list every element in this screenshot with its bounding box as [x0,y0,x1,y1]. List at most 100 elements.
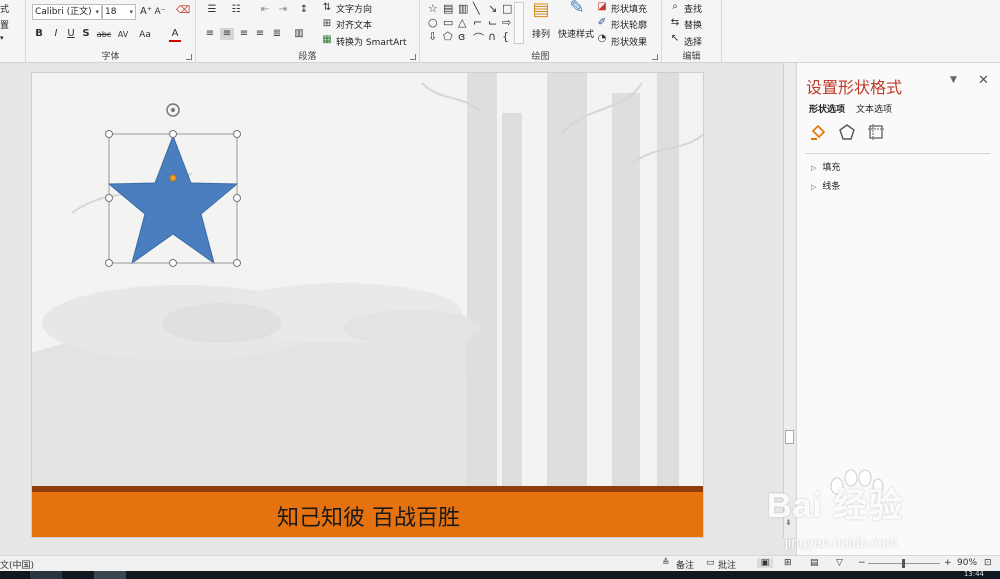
zoom-slider[interactable] [868,559,940,568]
reset-label[interactable]: 置 [0,18,9,31]
distributed-icon[interactable]: ≣ [271,28,283,40]
resize-handle-right[interactable] [233,194,241,202]
next-slide-icon[interactable]: ⇟ [785,518,792,527]
find-button[interactable]: 查找 [684,2,702,15]
resize-handle-top-left[interactable] [105,130,113,138]
format-painter-label[interactable]: 式 [0,2,9,15]
align-text-button[interactable]: 对齐文本 [336,18,372,31]
select-button[interactable]: 选择 [684,35,702,48]
section-line[interactable]: ▷ 线条 [811,179,840,192]
paragraph-dialog-launcher-icon[interactable] [410,54,416,60]
brace-left-icon[interactable]: ⌒ [473,30,484,46]
bold-button[interactable]: B [34,28,44,40]
right-arrow-shape-icon[interactable]: ⇨ [502,16,511,29]
zoom-level[interactable]: 90% [957,558,977,568]
star-shape-icon[interactable]: ☆ [428,2,438,15]
curve-icon[interactable]: ∩ [488,30,496,43]
curved-connector-icon[interactable]: ⌙ [488,16,497,29]
rectangle-shape-icon[interactable]: □ [502,2,512,15]
line-shape-icon[interactable]: ╲ [473,2,480,15]
notes-button[interactable]: 备注 [676,558,694,571]
tab-shape-options[interactable]: 形状选项 [809,102,845,115]
convert-smartart-button[interactable]: 转换为 SmartArt [336,35,406,48]
freeform-icon[interactable]: ɞ [458,30,465,43]
slide-canvas[interactable]: 知己知彼 百战百胜 [31,72,704,538]
slideshow-icon[interactable]: ▽ [836,558,843,568]
font-color-button[interactable]: A [169,28,181,42]
fill-line-icon[interactable] [809,123,827,141]
shape-outline-button[interactable]: 形状轮廓 [611,18,647,31]
footer-slogan-text[interactable]: 知己知彼 百战百胜 [32,500,703,532]
reading-view-icon[interactable]: ▤ [810,558,819,568]
resize-handle-top-right[interactable] [233,130,241,138]
rotate-handle-icon[interactable] [166,103,180,117]
font-name-select[interactable]: Calibri (正文) ▾ [32,4,102,20]
font-dialog-launcher-icon[interactable] [186,54,192,60]
normal-view-icon[interactable]: ▣ [757,558,773,568]
adjust-handle[interactable] [169,174,177,182]
decrease-indent-icon[interactable]: ⇤ [258,4,272,16]
pentagon-shape-icon[interactable]: ⬠ [443,30,453,43]
brace-icon[interactable]: { [502,30,509,43]
taskbar-clock[interactable]: 13:44 [964,570,984,578]
italic-button[interactable]: I [51,28,61,40]
language-status[interactable]: 文(中国) [0,558,34,571]
grow-font-button[interactable]: A⁺ [140,6,152,18]
pane-close-icon[interactable]: ✕ [978,73,989,88]
oval-shape-icon[interactable]: ○ [428,16,438,29]
numbering-icon[interactable]: ☷ [228,4,244,16]
shrink-font-button[interactable]: A⁻ [154,6,166,18]
replace-button[interactable]: 替换 [684,18,702,31]
selected-star-shape[interactable] [32,73,704,538]
bullets-icon[interactable]: ☰ [204,4,220,16]
pane-options-chevron-icon[interactable]: ▼ [950,75,957,85]
shapes-gallery[interactable]: ☆ ▤ ▥ ╲ ↘ □ ○ ▭ △ ⌐ ⌙ ⇨ ⇩ ⬠ ɞ ⌒ ∩ { [426,2,514,46]
down-arrow-shape-icon[interactable]: ⇩ [428,30,437,43]
vertical-textbox-icon[interactable]: ▥ [458,2,468,15]
justify-icon[interactable]: ≡ [254,28,266,40]
arrow-line-icon[interactable]: ↘ [488,2,497,15]
fit-window-icon[interactable]: ⊡ [984,558,992,568]
clear-format-icon[interactable]: ⌫ [176,5,190,17]
line-spacing-icon[interactable]: ↕ [297,4,311,16]
resize-handle-bottom[interactable] [169,259,177,267]
shape-fill-button[interactable]: 形状填充 [611,2,647,15]
strikethrough-button[interactable]: abc [96,29,112,41]
increase-indent-icon[interactable]: ⇥ [276,4,290,16]
taskbar-app-powerpoint[interactable] [94,571,126,579]
triangle-shape-icon[interactable]: △ [458,16,466,29]
textbox-shape-icon[interactable]: ▤ [443,2,453,15]
taskbar-app-1[interactable] [30,571,62,579]
section-fill[interactable]: ▷ 填充 [811,160,840,173]
zoom-out-icon[interactable]: − [858,558,866,568]
shape-effects-button[interactable]: 形状效果 [611,35,647,48]
zoom-slider-thumb[interactable] [902,559,905,568]
slide-vertical-scrollbar[interactable]: ⇟ [783,63,795,538]
resize-handle-left[interactable] [105,194,113,202]
elbow-connector-icon[interactable]: ⌐ [473,16,482,29]
align-right-icon[interactable]: ≡ [238,28,250,40]
font-size-select[interactable]: 18 ▾ [102,4,136,20]
align-left-icon[interactable]: ≡ [204,28,216,40]
drawing-dialog-launcher-icon[interactable] [652,54,658,60]
quick-styles-button[interactable]: 快速样式 [558,27,594,40]
tab-text-options[interactable]: 文本选项 [856,102,892,115]
shadow-button[interactable]: S [81,28,91,40]
slide-sorter-icon[interactable]: ⊞ [784,558,792,568]
shapes-gallery-scroll[interactable] [514,2,524,44]
arrange-button[interactable]: 排列 [532,27,550,40]
resize-handle-top[interactable] [169,130,177,138]
scrollbar-thumb[interactable] [785,430,794,444]
section-dropdown-icon[interactable]: ▾ [0,34,4,42]
resize-handle-bottom-right[interactable] [233,259,241,267]
footer-banner[interactable]: 知己知彼 百战百胜 [32,492,703,537]
zoom-in-icon[interactable]: + [944,558,952,568]
slide-editing-area[interactable]: 知己知彼 百战百胜 [0,63,783,555]
size-properties-icon[interactable] [867,123,885,141]
char-spacing-button[interactable]: AV [115,29,131,41]
resize-handle-bottom-left[interactable] [105,259,113,267]
comments-button[interactable]: 批注 [718,558,736,571]
rounded-rect-icon[interactable]: ▭ [443,16,453,29]
underline-button[interactable]: U [66,28,76,40]
align-center-icon[interactable]: ≡ [220,28,234,40]
